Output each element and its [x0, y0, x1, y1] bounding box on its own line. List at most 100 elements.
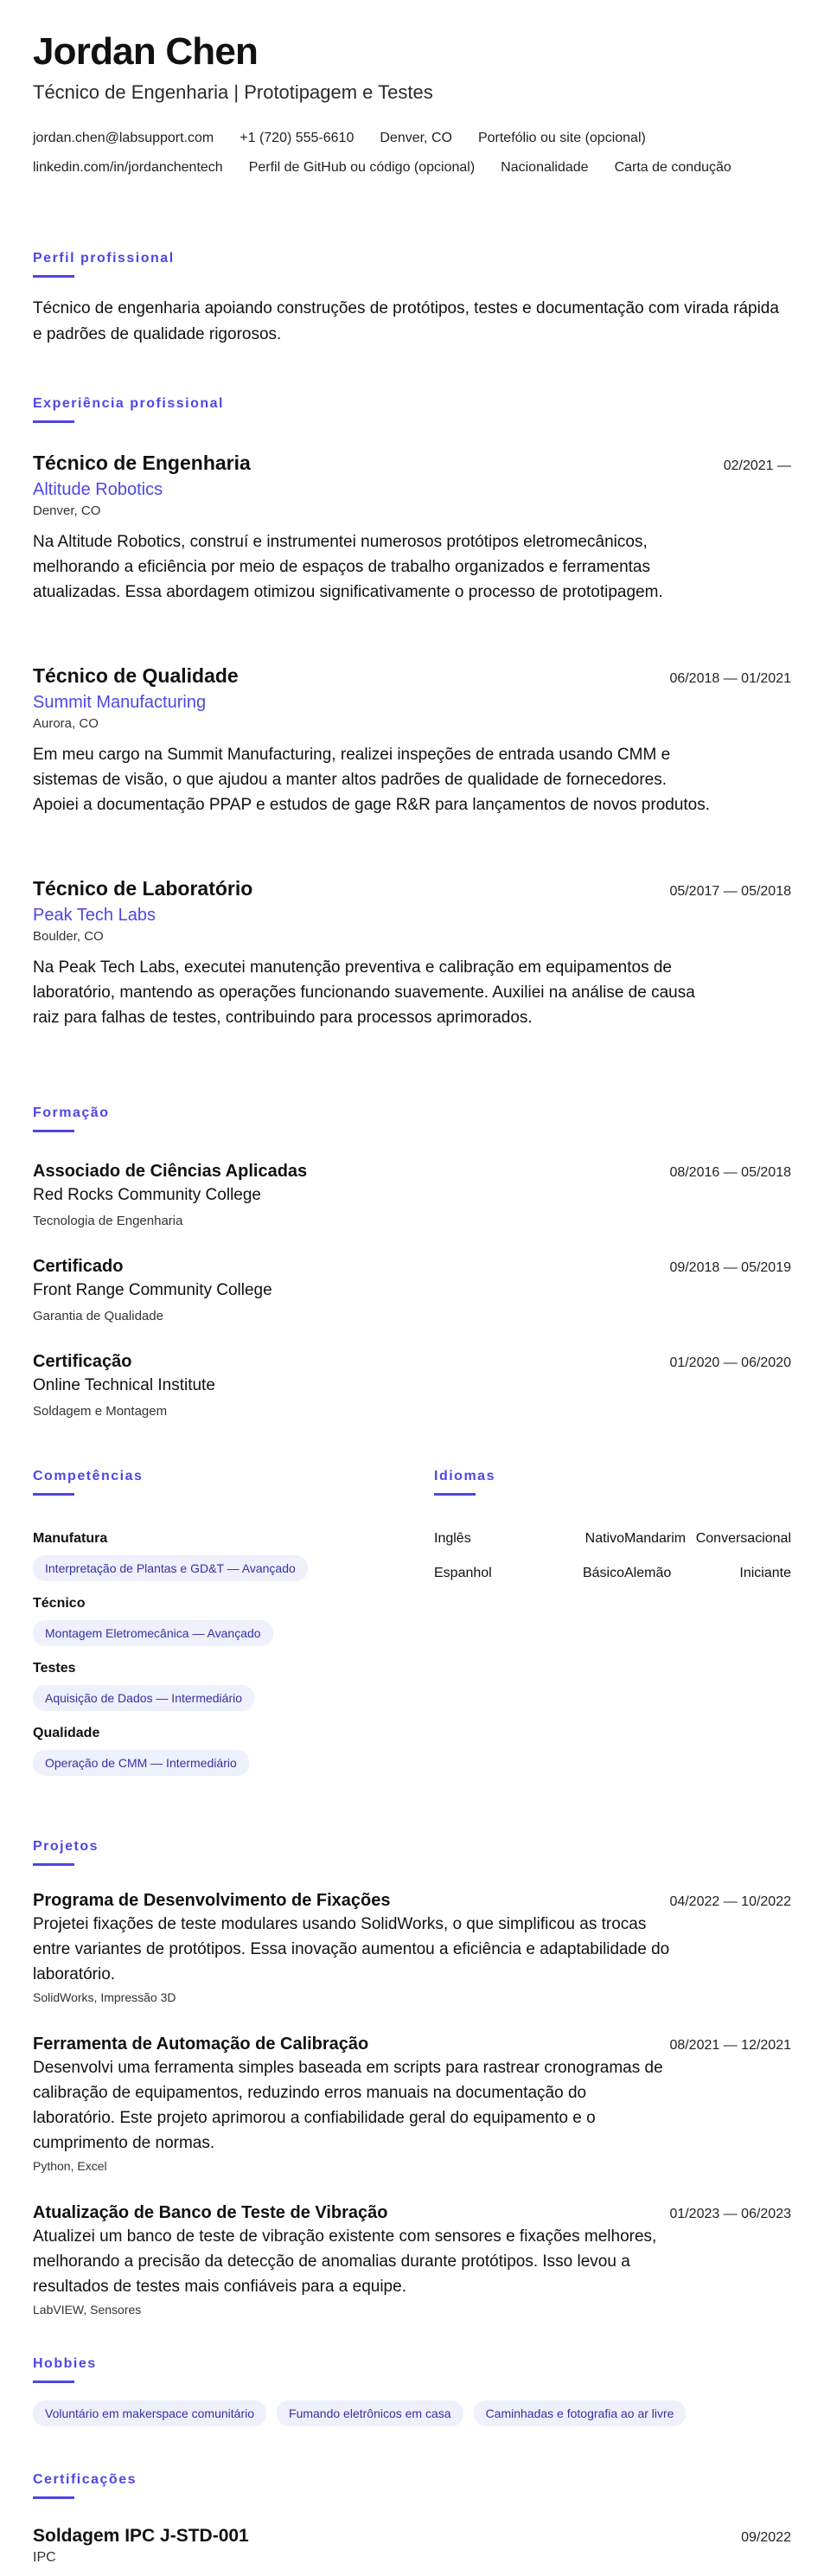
project-description: Desenvolvi uma ferramenta simples basead…	[33, 2059, 663, 2152]
education-item: Associado de Ciências Aplicadas 08/2016 …	[33, 1159, 791, 1232]
certification-item: Soldagem IPC J-STD-001 09/2022 IPC	[33, 2524, 791, 2567]
education-school: Red Rocks Community College	[33, 1186, 261, 1204]
skill-group: Técnico Montagem Eletromecânica — Avança…	[33, 1594, 413, 1646]
section-divider	[33, 1863, 74, 1866]
education-field: Soldagem e Montagem	[33, 1404, 168, 1419]
skill-category: Testes	[33, 1661, 76, 1676]
education-dates: 01/2020 — 06/2020	[669, 1355, 791, 1370]
job-dates: 05/2017 — 05/2018	[669, 884, 791, 899]
section-divider	[33, 1493, 74, 1496]
project-title: Ferramenta de Automação de Calibração	[33, 2035, 369, 2054]
project-item: Programa de Desenvolvimento de Fixações …	[33, 1889, 791, 2006]
education-item: Certificado 09/2018 — 05/2019 Front Rang…	[33, 1254, 791, 1327]
section-divider	[33, 2381, 74, 2383]
section-divider	[33, 2496, 74, 2499]
job-location: Denver, CO	[33, 503, 101, 518]
education-dates: 08/2016 — 05/2018	[669, 1165, 791, 1180]
language-level: Nativo	[584, 1531, 624, 1546]
job-dates: 06/2018 — 01/2021	[669, 671, 791, 686]
experience-item: Técnico de Laboratório 05/2017 — 05/2018…	[33, 875, 791, 1030]
hobbies-list: Voluntário em makerspace comunitário Fum…	[33, 2400, 687, 2426]
project-description: Atualizei um banco de teste de vibração …	[33, 2227, 657, 2296]
project-tech: SolidWorks, Impressão 3D	[33, 1990, 176, 2004]
hobby-pill: Caminhadas e fotografia ao ar livre	[473, 2400, 687, 2426]
job-description: Na Altitude Robotics, construí e instrum…	[33, 533, 663, 601]
skill-category: Manufatura	[33, 1531, 108, 1546]
job-description: Em meu cargo na Summit Manufacturing, re…	[33, 746, 711, 814]
contact-linkedin[interactable]: linkedin.com/in/jordanchentech	[33, 153, 223, 183]
hobby-pill: Fumando eletrônicos em casa	[277, 2400, 463, 2426]
language-name: Inglês	[434, 1531, 471, 1546]
resume-page: Jordan Chen Técnico de Engenharia | Prot…	[0, 0, 824, 2576]
contact-nationality: Nacionalidade	[501, 160, 589, 175]
skill-pill: Interpretação de Plantas e GD&T — Avança…	[33, 1555, 308, 1581]
certification-issuer: IPC	[33, 2550, 56, 2565]
language-level: Básico	[582, 1566, 624, 1580]
section-title-skills: Competências	[33, 1469, 144, 1483]
headline: Técnico de Engenharia | Prototipagem e T…	[33, 81, 433, 103]
education-field: Garantia de Qualidade	[33, 1309, 163, 1323]
education-item: Certificação 01/2020 — 06/2020 Online Te…	[33, 1349, 791, 1422]
skill-pill: Montagem Eletromecânica — Avançado	[33, 1620, 273, 1646]
section-divider	[33, 275, 74, 278]
job-location: Aurora, CO	[33, 716, 99, 731]
section-title-languages: Idiomas	[434, 1469, 495, 1483]
section-title-projects: Projetos	[33, 1839, 99, 1854]
language-name: Alemão	[624, 1566, 672, 1580]
language-level: Conversacional	[695, 1531, 791, 1546]
education-dates: 09/2018 — 05/2019	[669, 1260, 791, 1275]
job-dates: 02/2021 —	[723, 458, 791, 473]
section-title-certifications: Certificações	[33, 2472, 137, 2487]
skill-group: Qualidade Operação de CMM — Intermediári…	[33, 1724, 413, 1776]
skill-category: Técnico	[33, 1596, 86, 1611]
skill-pill: Operação de CMM — Intermediário	[33, 1750, 249, 1776]
education-degree: Certificação	[33, 1352, 132, 1371]
experience-item: Técnico de Qualidade 06/2018 — 01/2021 S…	[33, 663, 791, 817]
profile-summary: Técnico de engenharia apoiando construçõ…	[33, 299, 779, 343]
project-tech: Python, Excel	[33, 2159, 107, 2173]
project-dates: 04/2022 — 10/2022	[669, 1894, 791, 1909]
job-location: Boulder, CO	[33, 929, 104, 944]
project-dates: 08/2021 — 12/2021	[669, 2038, 791, 2053]
job-description: Na Peak Tech Labs, executei manutenção p…	[33, 958, 695, 1027]
contact-license: Carta de condução	[614, 160, 731, 175]
section-divider	[434, 1493, 476, 1496]
project-dates: 01/2023 — 06/2023	[669, 2207, 791, 2221]
education-field: Tecnologia de Engenharia	[33, 1214, 183, 1228]
language-row: Inglês Nativo Mandarim Conversacional	[434, 1529, 791, 1548]
job-company: Altitude Robotics	[33, 480, 163, 499]
skill-category: Qualidade	[33, 1726, 100, 1740]
section-title-profile: Perfil profissional	[33, 251, 175, 266]
contact-github[interactable]: Perfil de GitHub ou código (opcional)	[249, 153, 475, 183]
education-degree: Certificado	[33, 1257, 124, 1276]
project-title: Atualização de Banco de Teste de Vibraçã…	[33, 2203, 388, 2222]
section-divider	[33, 420, 74, 423]
education-school: Front Range Community College	[33, 1281, 272, 1299]
project-item: Atualização de Banco de Teste de Vibraçã…	[33, 2201, 791, 2318]
skills-list: Manufatura Interpretação de Plantas e GD…	[33, 1529, 413, 1789]
certification-name: Soldagem IPC J-STD-001	[33, 2526, 249, 2546]
job-title: Técnico de Laboratório	[33, 877, 253, 900]
job-title: Técnico de Qualidade	[33, 664, 239, 687]
experience-item: Técnico de Engenharia 02/2021 — Altitude…	[33, 450, 791, 605]
contact-list: jordan.chen@labsupport.com +1 (720) 555-…	[33, 124, 794, 183]
skill-group: Testes Aquisição de Dados — Intermediári…	[33, 1659, 413, 1711]
skill-pill: Aquisição de Dados — Intermediário	[33, 1685, 255, 1711]
language-row: Espanhol Básico Alemão Iniciante	[434, 1564, 791, 1583]
language-name: Mandarim	[624, 1531, 687, 1546]
contact-phone[interactable]: +1 (720) 555-6610	[240, 124, 354, 153]
section-title-education: Formação	[33, 1105, 110, 1120]
language-name: Espanhol	[434, 1566, 492, 1580]
contact-location: Denver, CO	[380, 131, 452, 145]
hobby-pill: Voluntário em makerspace comunitário	[33, 2400, 267, 2426]
job-company: Summit Manufacturing	[33, 693, 207, 712]
project-item: Ferramenta de Automação de Calibração 08…	[33, 2033, 791, 2175]
language-level: Iniciante	[739, 1566, 791, 1580]
section-title-experience: Experiência profissional	[33, 396, 224, 411]
contact-portfolio[interactable]: Portefólio ou site (opcional)	[478, 124, 646, 153]
job-title: Técnico de Engenharia	[33, 452, 251, 474]
project-tech: LabVIEW, Sensores	[33, 2303, 142, 2316]
certification-date: 09/2022	[741, 2530, 791, 2545]
section-divider	[33, 1130, 74, 1132]
contact-email[interactable]: jordan.chen@labsupport.com	[33, 124, 214, 153]
